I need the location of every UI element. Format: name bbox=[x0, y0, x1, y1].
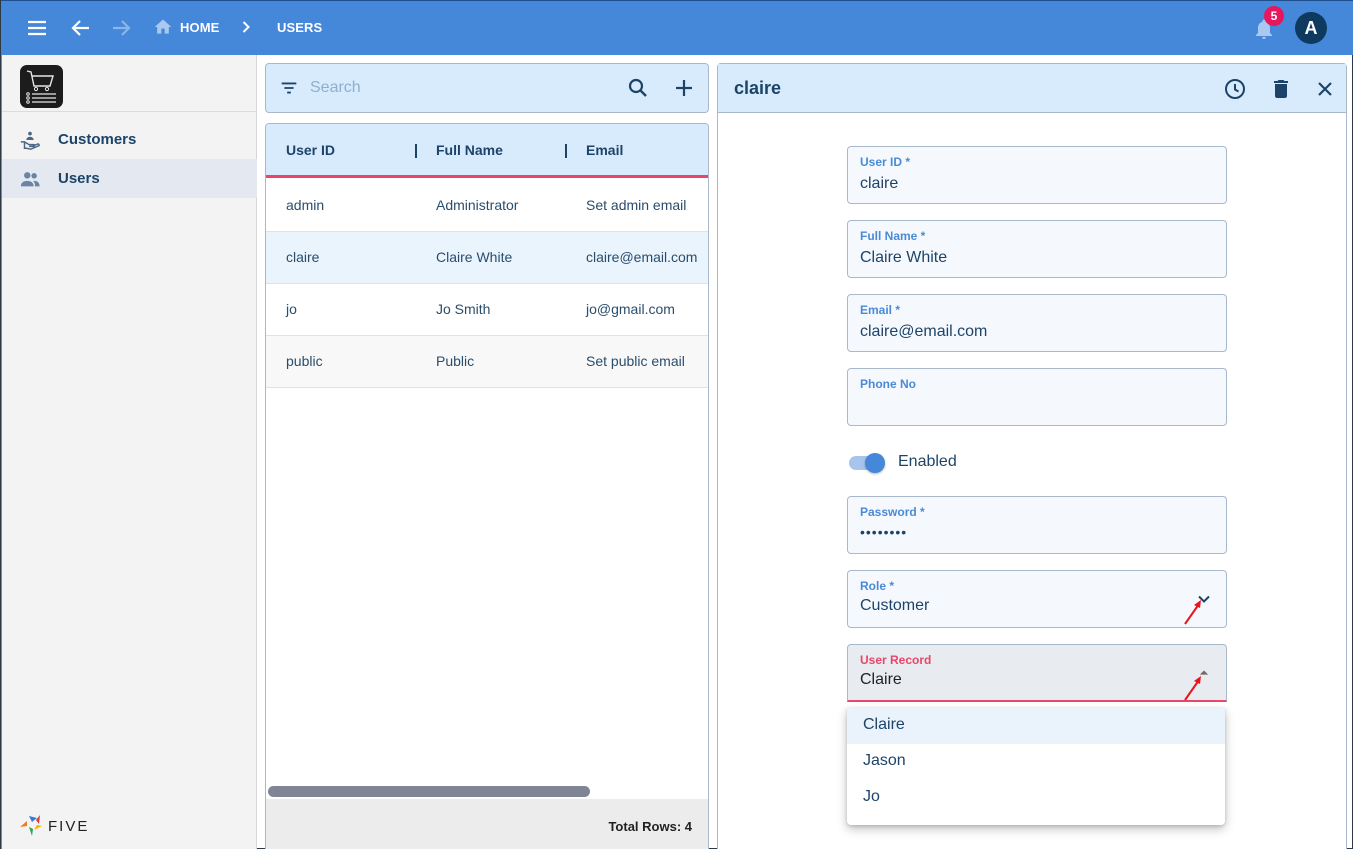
sidebar-item-users[interactable]: Users bbox=[2, 159, 257, 198]
search-input[interactable] bbox=[310, 76, 610, 100]
enabled-label: Enabled bbox=[898, 453, 957, 470]
enabled-toggle[interactable] bbox=[849, 453, 887, 473]
five-brand-logo: FIVE bbox=[18, 812, 108, 838]
breadcrumb-home[interactable]: HOME bbox=[180, 20, 219, 35]
field-label: Role * bbox=[860, 579, 895, 593]
app-window: HOME USERS 5 A Customers Users FIVE Sear… bbox=[0, 0, 1353, 849]
field-label: Phone No bbox=[860, 377, 916, 391]
back-arrow-icon[interactable] bbox=[69, 16, 93, 40]
chevron-right-icon bbox=[236, 17, 256, 37]
breadcrumb-users: USERS bbox=[277, 20, 323, 35]
column-header-email[interactable]: Email bbox=[586, 142, 623, 158]
field-label: Email * bbox=[860, 303, 901, 317]
close-icon[interactable] bbox=[1313, 77, 1337, 101]
dropdown-option-jo[interactable]: Jo bbox=[847, 780, 1225, 816]
users-table: User ID Full Name Email admin Administra… bbox=[265, 123, 709, 849]
cell-email: Set admin email bbox=[586, 197, 687, 213]
delete-trash-icon[interactable] bbox=[1269, 77, 1293, 101]
table-footer: Total Rows: 4 bbox=[266, 799, 708, 849]
table-row[interactable]: public Public Set public email bbox=[266, 336, 708, 388]
column-header-user-id[interactable]: User ID bbox=[286, 142, 335, 158]
user-record-dropdown-menu: Claire Jason Jo bbox=[847, 708, 1225, 825]
add-icon[interactable] bbox=[672, 76, 696, 100]
sidebar: Customers Users FIVE bbox=[1, 55, 257, 849]
table-row-selected[interactable]: claire Claire White claire@email.com bbox=[266, 232, 708, 284]
user-record-select[interactable]: User Record Claire bbox=[847, 644, 1227, 702]
user-record-value: Claire bbox=[860, 671, 902, 688]
cell-full-name: Public bbox=[436, 353, 475, 369]
top-app-bar: HOME USERS 5 A bbox=[1, 0, 1353, 55]
table-row[interactable]: admin Administrator Set admin email bbox=[266, 180, 708, 232]
column-resize-handle[interactable] bbox=[565, 144, 567, 158]
sidebar-item-label: Users bbox=[58, 170, 100, 187]
user-id-input[interactable] bbox=[860, 173, 1190, 195]
search-icon[interactable] bbox=[626, 76, 650, 100]
shopping-cart-list-icon bbox=[20, 65, 63, 108]
cell-user-id: public bbox=[286, 353, 323, 369]
field-label: User ID * bbox=[860, 155, 911, 169]
table-row[interactable]: jo Jo Smith jo@gmail.com bbox=[266, 284, 708, 336]
history-clock-icon[interactable] bbox=[1223, 77, 1247, 101]
column-resize-handle[interactable] bbox=[415, 144, 417, 158]
dropdown-option-jason[interactable]: Jason bbox=[847, 744, 1225, 780]
svg-text:FIVE: FIVE bbox=[48, 818, 89, 835]
cell-email: jo@gmail.com bbox=[586, 301, 675, 317]
user-id-field[interactable]: User ID * bbox=[847, 146, 1227, 204]
notification-count-badge: 5 bbox=[1264, 6, 1284, 26]
cell-full-name: Jo Smith bbox=[436, 301, 491, 317]
search-bar bbox=[265, 63, 709, 113]
cell-user-id: jo bbox=[286, 301, 297, 317]
field-label: Full Name * bbox=[860, 229, 926, 243]
phone-field[interactable]: Phone No bbox=[847, 368, 1227, 426]
email-input[interactable] bbox=[860, 321, 1190, 343]
password-input[interactable]: •••••••• bbox=[860, 524, 1190, 546]
email-field[interactable]: Email * bbox=[847, 294, 1227, 352]
sidebar-item-label: Customers bbox=[58, 131, 137, 148]
filter-icon[interactable] bbox=[278, 77, 300, 99]
divider bbox=[2, 111, 257, 112]
forward-arrow-icon[interactable] bbox=[109, 16, 133, 40]
horizontal-scrollbar[interactable] bbox=[268, 786, 590, 797]
full-name-field[interactable]: Full Name * bbox=[847, 220, 1227, 278]
dropdown-option-claire[interactable]: Claire bbox=[847, 708, 1225, 744]
phone-input[interactable] bbox=[860, 395, 1190, 417]
full-name-input[interactable] bbox=[860, 247, 1190, 269]
total-rows-count: Total Rows: 4 bbox=[608, 819, 692, 834]
annotation-arrow-icon bbox=[1184, 676, 1201, 701]
record-title: claire bbox=[734, 78, 782, 98]
table-header: User ID Full Name Email bbox=[266, 124, 708, 178]
users-icon bbox=[19, 168, 41, 190]
cell-full-name: Administrator bbox=[436, 197, 519, 213]
annotation-arrow-icon bbox=[1184, 600, 1201, 625]
customer-service-icon bbox=[19, 129, 41, 151]
role-value: Customer bbox=[860, 597, 930, 614]
password-field[interactable]: Password * •••••••• bbox=[847, 496, 1227, 554]
cell-user-id: claire bbox=[286, 249, 320, 265]
cell-user-id: admin bbox=[286, 197, 325, 213]
column-header-full-name[interactable]: Full Name bbox=[436, 142, 503, 158]
detail-header: claire bbox=[718, 64, 1346, 113]
cell-email: claire@email.com bbox=[586, 249, 698, 265]
field-label: User Record bbox=[860, 653, 932, 667]
sidebar-item-customers[interactable]: Customers bbox=[2, 120, 257, 159]
field-label: Password * bbox=[860, 505, 925, 519]
home-icon[interactable] bbox=[153, 17, 173, 37]
cell-full-name: Claire White bbox=[436, 249, 513, 265]
role-select[interactable]: Role * Customer bbox=[847, 570, 1227, 628]
toggle-knob bbox=[865, 453, 885, 473]
hamburger-menu-icon[interactable] bbox=[25, 16, 49, 40]
user-avatar[interactable]: A bbox=[1295, 12, 1327, 44]
cell-email: Set public email bbox=[586, 353, 685, 369]
